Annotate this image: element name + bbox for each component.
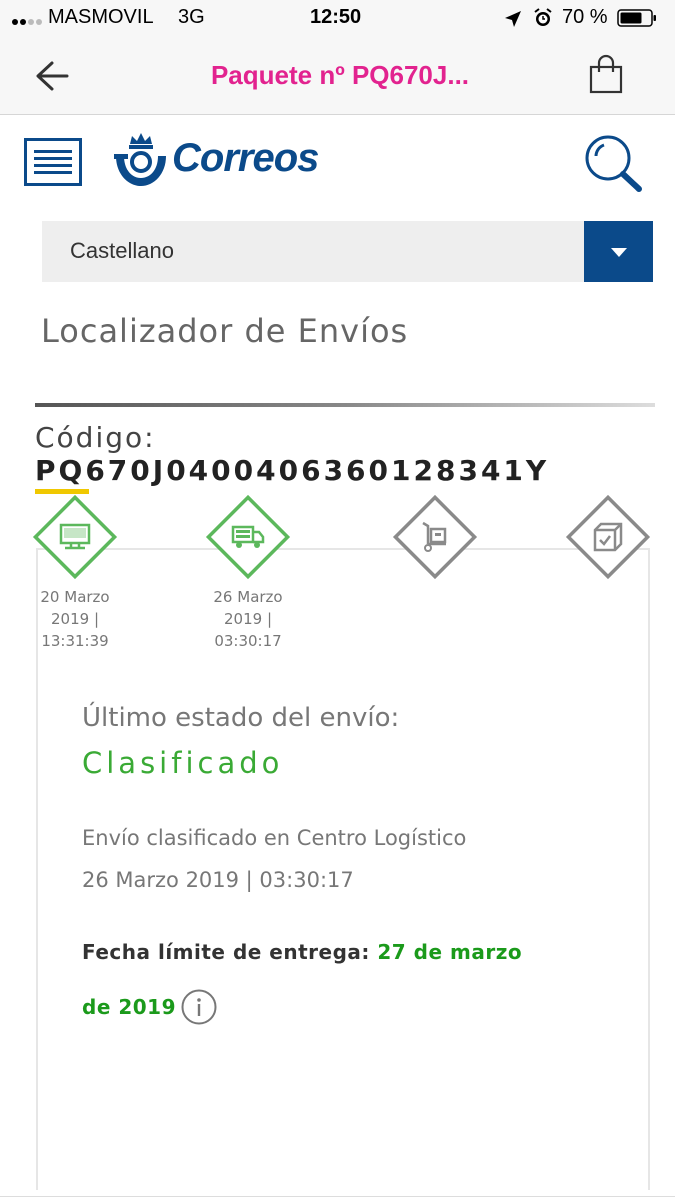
step-date-line: 13:31:39 [41,632,109,650]
step-2-date: 26 Marzo 2019 | 03:30:17 [198,586,298,652]
divider [35,403,655,407]
code-label: Código: [35,421,156,454]
shopping-bag-icon[interactable] [588,54,624,94]
back-arrow-icon[interactable] [34,60,70,92]
last-state-label: Último estado del envío: [82,703,400,733]
status-bar: MASMOVIL 3G 12:50 70 % [0,0,675,36]
deadline-date: 27 de marzo [377,940,523,964]
step-date-line: 26 Marzo [213,588,283,606]
battery-icon [617,9,656,27]
chevron-down-icon [611,248,627,257]
code-value: PQ670J0400406360128341Y [35,454,550,487]
step-1-date: 20 Marzo 2019 | 13:31:39 [25,586,125,652]
correos-horn-icon [114,133,166,186]
menu-icon[interactable] [24,138,82,186]
correos-logo[interactable]: Correos [112,130,322,192]
language-dropdown-button[interactable] [584,221,653,282]
alarm-icon [534,8,552,26]
step-date-line: 20 Marzo [40,588,110,606]
carrier-name: MASMOVIL [48,6,154,28]
step-date-line: 03:30:17 [214,632,282,650]
logo-text: Correos [172,136,319,180]
info-icon[interactable] [180,988,218,1026]
step-delivery[interactable] [390,492,480,582]
nav-title: Paquete nº PQ670J... [210,60,470,90]
bottom-divider [0,1196,675,1197]
battery-percent: 70 % [562,6,608,28]
deadline-label: Fecha límite de entrega: [82,940,370,964]
search-icon[interactable] [582,134,646,192]
clock: 12:50 [310,6,362,28]
step-in-transit[interactable] [203,492,293,582]
language-selected: Castellano [70,238,174,263]
tracking-code: Código: PQ670J0400406360128341Y [35,421,675,487]
status-description: Envío clasificado en Centro Logístico [82,826,467,850]
last-state-value: Clasificado [82,746,284,780]
network-type: 3G [178,6,205,28]
step-date-line: 2019 | [51,610,99,628]
deadline-date-continued: de 2019 [82,995,177,1019]
status-date: 26 Marzo 2019 | 03:30:17 [82,868,354,892]
location-arrow-icon [505,11,521,27]
page-title: Localizador de Envíos [41,312,409,350]
delivery-deadline: Fecha límite de entrega: 27 de marzo [82,940,522,964]
step-admitted[interactable] [30,492,120,582]
signal-icon [12,19,42,25]
step-delivered[interactable] [563,492,653,582]
step-date-line: 2019 | [224,610,272,628]
